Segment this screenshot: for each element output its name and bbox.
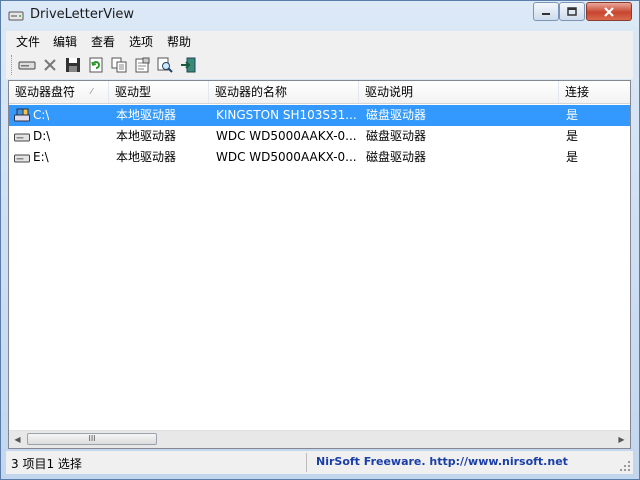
find-icon [157,57,173,73]
menu-view[interactable]: 查看 [91,33,115,50]
title-bar[interactable]: DriveLetterView [1,1,639,31]
app-window: DriveLetterView 文件 编辑 查看 选项 帮助 驱动器盘符 ⁄ 驱… [0,0,640,480]
horizontal-scrollbar[interactable]: ◀ III ▶ [9,430,630,448]
hard-drive-icon [14,133,30,142]
drive-name-cell: WDC WD5000AAKX-0... [216,150,357,164]
close-button[interactable] [586,2,632,21]
toolbar [6,51,633,79]
column-header-label: 驱动器盘符 [15,85,76,99]
toolbar-refresh-button[interactable] [86,55,106,75]
delete-icon [44,59,56,71]
drive-type-cell: 本地驱动器 [116,108,177,122]
toolbar-exit-button[interactable] [178,55,198,75]
column-header-name[interactable]: 驱动器的名称 [209,81,359,103]
column-header-label: 驱动器的名称 [215,85,288,99]
drive-description-cell: 磁盘驱动器 [366,150,427,164]
toolbar-drive-button[interactable] [17,55,37,75]
column-header-connected[interactable]: 连接 [559,81,630,103]
column-header-label: 驱动说明 [365,85,414,99]
refresh-icon [89,57,103,73]
table-row[interactable]: C:\ 本地驱动器 KINGSTON SH103S31... 磁盘驱动器 是 [9,105,630,126]
drive-letter-cell: D:\ [33,129,51,143]
column-header-description[interactable]: 驱动说明 [359,81,559,103]
drive-type-cell: 本地驱动器 [116,129,177,143]
toolbar-find-button[interactable] [155,55,175,75]
menu-edit[interactable]: 编辑 [53,33,77,50]
drive-description-cell: 磁盘驱动器 [366,108,427,122]
scroll-left-arrow-icon[interactable]: ◀ [9,431,26,448]
minimize-button[interactable] [533,2,559,21]
maximize-icon [567,6,577,16]
drive-letter-cell: C:\ [33,108,50,122]
menu-bar: 文件 编辑 查看 选项 帮助 [6,31,633,51]
save-icon [66,58,80,72]
status-divider [306,453,307,472]
drive-type-cell: 本地驱动器 [116,150,177,164]
properties-icon [135,57,150,73]
drive-list[interactable]: 驱动器盘符 ⁄ 驱动型 驱动器的名称 驱动说明 连接 C:\ 本地驱动器 KIN… [8,80,631,449]
scroll-right-arrow-icon[interactable]: ▶ [613,431,630,448]
drive-letter-cell: E:\ [33,150,49,164]
system-drive-icon [14,108,30,122]
column-header-letter[interactable]: 驱动器盘符 ⁄ [9,81,109,103]
menu-options[interactable]: 选项 [129,33,153,50]
scrollbar-thumb[interactable]: III [27,433,157,445]
exit-icon [181,57,196,73]
menu-help[interactable]: 帮助 [167,33,191,50]
column-header-label: 连接 [565,85,590,99]
hard-drive-icon [14,154,30,163]
table-row[interactable]: E:\ 本地驱动器 WDC WD5000AAKX-0... 磁盘驱动器 是 [9,147,630,168]
drive-connected-cell: 是 [566,129,579,143]
status-item-count: 3 项目1 选择 [11,457,82,471]
drive-name-cell: WDC WD5000AAKX-0... [216,129,357,143]
maximize-button[interactable] [559,2,585,21]
table-row[interactable]: D:\ 本地驱动器 WDC WD5000AAKX-0... 磁盘驱动器 是 [9,126,630,147]
nirsoft-link[interactable]: NirSoft Freeware. http://www.nirsoft.net [316,455,568,468]
copy-icon [111,57,127,73]
drive-icon [18,61,36,70]
drive-connected-cell: 是 [566,108,579,122]
drive-connected-cell: 是 [566,150,579,164]
resize-grip-icon[interactable] [619,460,631,472]
app-icon [8,11,24,21]
toolbar-save-button[interactable] [63,55,83,75]
list-header: 驱动器盘符 ⁄ 驱动型 驱动器的名称 驱动说明 连接 [9,81,630,104]
column-header-type[interactable]: 驱动型 [109,81,209,103]
menu-file[interactable]: 文件 [16,33,40,50]
window-title: DriveLetterView [30,7,135,22]
toolbar-grip [11,55,14,75]
close-icon [604,6,614,17]
toolbar-copy-button[interactable] [109,55,129,75]
sort-ascending-icon: ⁄ [91,87,93,96]
drive-description-cell: 磁盘驱动器 [366,129,427,143]
toolbar-delete-button[interactable] [40,55,60,75]
toolbar-properties-button[interactable] [132,55,152,75]
drive-name-cell: KINGSTON SH103S31... [216,108,357,122]
column-header-label: 驱动型 [115,85,152,99]
status-bar: 3 项目1 选择 NirSoft Freeware. http://www.ni… [6,451,633,474]
minimize-icon [542,12,550,15]
